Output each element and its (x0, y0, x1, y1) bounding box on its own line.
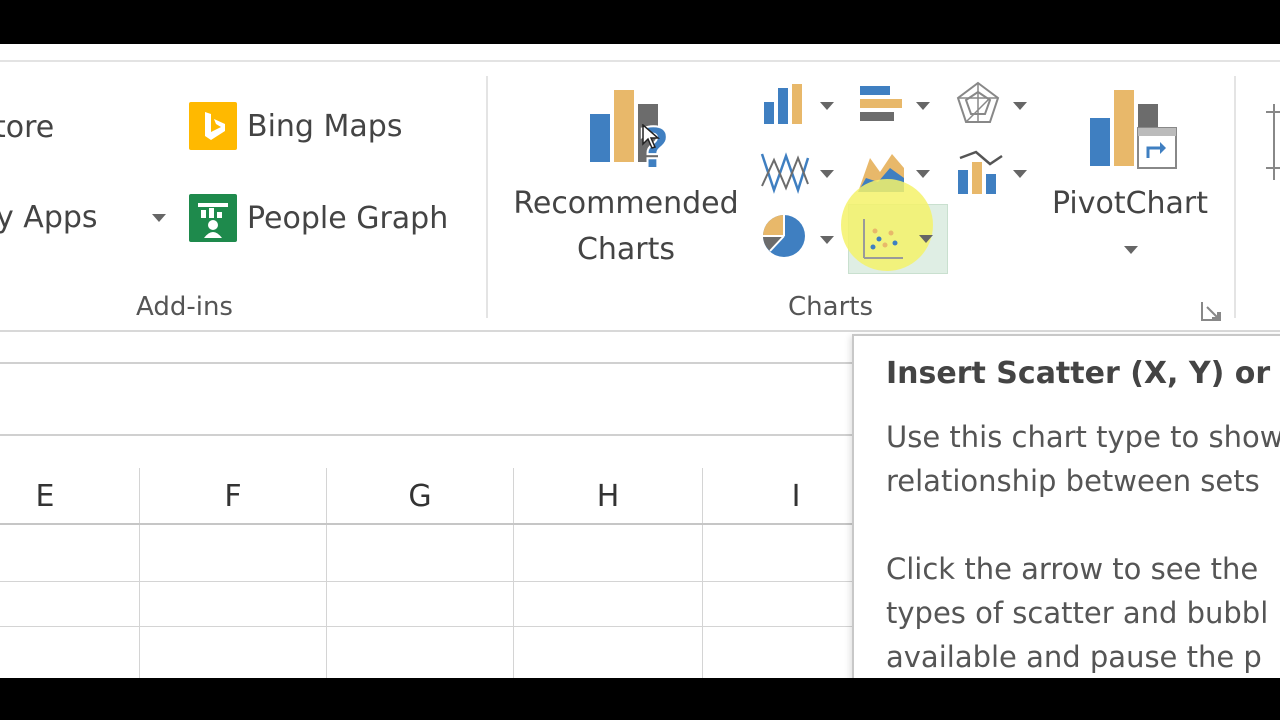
tooltip-line: Use this chart type to show (886, 420, 1280, 454)
store-label: tore (0, 110, 55, 145)
bar-chart-dropdown-icon[interactable] (916, 102, 930, 110)
column-separator (513, 468, 514, 524)
my-apps-button[interactable]: y Apps (0, 200, 98, 235)
recommended-charts-label-line2: Charts (576, 232, 676, 267)
scatter-chart-tooltip: Insert Scatter (X, Y) or B Use this char… (852, 334, 1280, 678)
radar-chart-icon[interactable] (954, 80, 1002, 132)
pivotchart-dropdown-icon[interactable] (1124, 246, 1138, 254)
my-apps-label: y Apps (0, 200, 98, 235)
pivotchart-icon (1088, 88, 1180, 178)
sparkline-icon[interactable] (1262, 102, 1280, 186)
tooltip-title: Insert Scatter (X, Y) or B (886, 356, 1280, 391)
group-separator (1234, 76, 1236, 318)
bing-maps-label: Bing Maps (247, 108, 403, 144)
bar-chart-icon[interactable] (858, 84, 904, 130)
people-graph-icon (189, 194, 237, 242)
column-separator (326, 468, 327, 524)
column-chart-icon[interactable] (762, 82, 808, 132)
scatter-chart-button[interactable] (841, 179, 948, 274)
my-apps-dropdown-icon[interactable] (152, 214, 166, 222)
recommended-charts-button[interactable]: ? Recommended Charts (504, 88, 748, 298)
column-header-h[interactable]: H (514, 468, 702, 524)
column-header-bottom-border (0, 523, 852, 525)
scatter-chart-dropdown-icon[interactable] (919, 235, 933, 243)
tooltip-line: Click the arrow to see the (886, 552, 1259, 586)
column-header-f[interactable]: F (140, 468, 326, 524)
recommended-charts-icon: ? (588, 88, 678, 183)
line-chart-dropdown-icon[interactable] (820, 170, 834, 178)
ribbon-bottom-border (0, 330, 1280, 332)
area-chart-dropdown-icon[interactable] (916, 170, 930, 178)
charts-group-label: Charts (788, 292, 873, 322)
pie-chart-dropdown-icon[interactable] (820, 236, 834, 244)
excel-window: tore Bing Maps y Apps People Graph Add-i… (0, 44, 1280, 678)
column-header-g[interactable]: G (327, 468, 513, 524)
combo-chart-icon[interactable] (956, 148, 1004, 200)
people-graph-label: People Graph (247, 200, 449, 236)
column-separator (702, 468, 703, 524)
pivotchart-label: PivotChart (1051, 186, 1209, 221)
addins-group-label: Add-ins (136, 292, 233, 322)
pivotchart-button[interactable]: PivotChart (1040, 88, 1220, 298)
group-separator (486, 76, 488, 318)
radar-chart-dropdown-icon[interactable] (1013, 102, 1027, 110)
column-separator (139, 468, 140, 524)
bing-maps-button[interactable]: Bing Maps (189, 102, 402, 150)
ribbon-insert-tab: tore Bing Maps y Apps People Graph Add-i… (0, 60, 1280, 322)
mouse-cursor-icon (642, 123, 661, 154)
formula-bar-input[interactable] (0, 364, 850, 434)
tooltip-line: relationship between sets (886, 464, 1260, 498)
formula-bar-bottom-border (0, 434, 852, 436)
tooltip-line: available and pause the p (886, 640, 1262, 674)
column-chart-dropdown-icon[interactable] (820, 102, 834, 110)
column-header-e[interactable]: E (0, 468, 90, 524)
charts-dialog-launcher-icon[interactable] (1200, 300, 1222, 326)
worksheet-cells[interactable] (0, 526, 852, 678)
pie-chart-icon[interactable] (760, 212, 808, 264)
scatter-chart-icon (861, 217, 905, 265)
bing-logo-icon (189, 102, 237, 150)
store-button[interactable]: tore (0, 110, 54, 145)
recommended-charts-label-line1: Recommended (513, 186, 739, 221)
people-graph-button[interactable]: People Graph (189, 194, 448, 242)
combo-chart-dropdown-icon[interactable] (1013, 170, 1027, 178)
line-chart-icon[interactable] (760, 150, 810, 200)
tooltip-line: types of scatter and bubbl (886, 596, 1269, 630)
